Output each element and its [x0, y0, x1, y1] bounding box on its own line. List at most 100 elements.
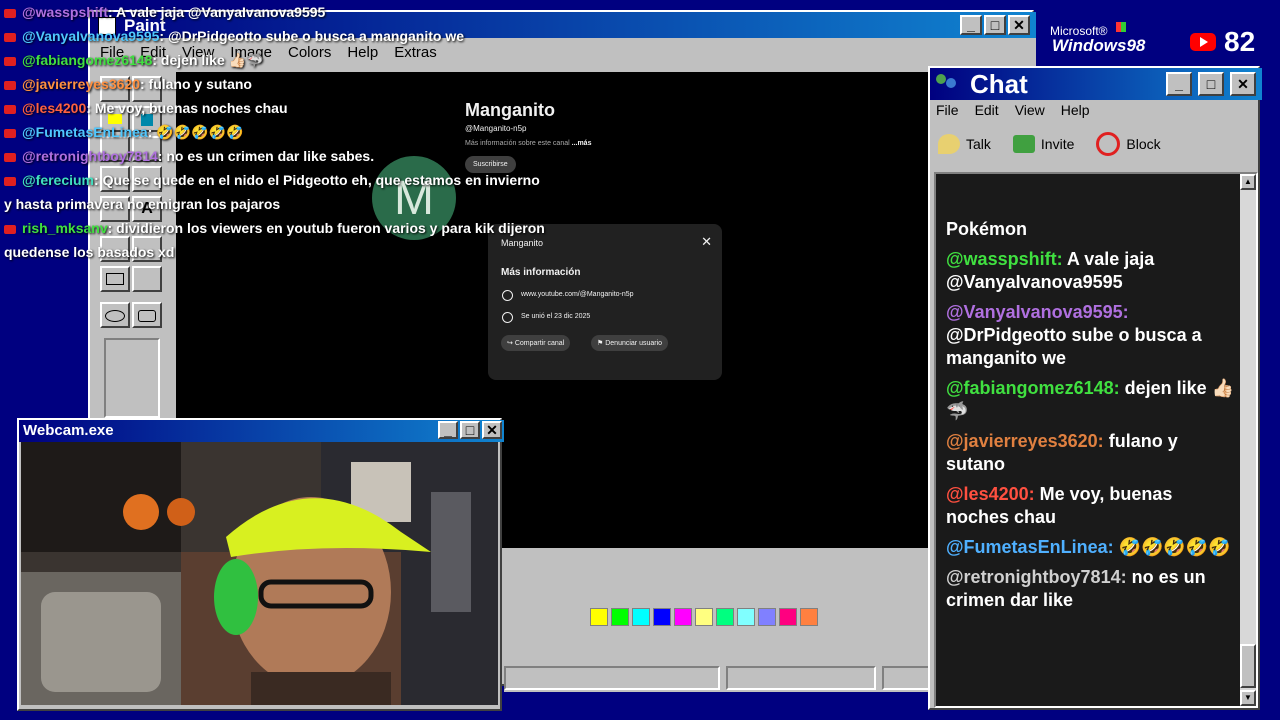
overlay-chat-user: @ferecium [22, 172, 95, 188]
palette-swatch[interactable] [758, 608, 776, 626]
overlay-chat-text: : @DrPidgeotto sube o busca a manganito … [159, 28, 464, 44]
youtube-badge-icon [4, 56, 16, 66]
overlay-chat-text: : dividieron los viewers en youtub fuero… [107, 220, 545, 236]
block-button[interactable]: Block [1096, 132, 1161, 156]
webcam-close-button[interactable]: ✕ [482, 421, 502, 439]
chat-message-user: @VanyaIvanova9595: [946, 302, 1129, 322]
chat-message-user: @fabiangomez6148: [946, 378, 1120, 398]
chat-message: @VanyaIvanova9595: @DrPidgeotto sube o b… [946, 301, 1236, 370]
webcam-minimize-button[interactable]: _ [438, 421, 458, 439]
youtube-badge-icon [4, 8, 16, 18]
chat-menu-file[interactable]: File [936, 102, 959, 118]
share-label: Compartir canal [514, 340, 565, 347]
palette-swatch[interactable] [737, 608, 755, 626]
info-icon [502, 312, 513, 323]
palette-swatch[interactable] [653, 608, 671, 626]
palette-swatch[interactable] [695, 608, 713, 626]
palette-swatch[interactable] [779, 608, 797, 626]
webcam-title-bar[interactable]: Webcam.exe _ □ ✕ [19, 420, 504, 442]
rounded-rect-tool-icon[interactable] [132, 302, 162, 328]
youtube-badge-icon [4, 104, 16, 114]
close-button[interactable]: ✕ [1008, 15, 1030, 35]
palette-swatch[interactable] [800, 608, 818, 626]
overlay-chat-line: @VanyaIvanova9595: @DrPidgeotto sube o b… [4, 28, 464, 44]
chat-title-bar[interactable]: Chat _ □ ✕ [930, 68, 1262, 100]
overlay-chat-text: : fulano y sutano [139, 76, 252, 92]
palette-swatch[interactable] [611, 608, 629, 626]
talk-label: Talk [966, 136, 991, 152]
flag-icon: ⚑ [597, 340, 604, 347]
overlay-chat-user: @retronightboy7814 [22, 148, 158, 164]
scroll-up-button[interactable]: ▲ [1240, 174, 1256, 190]
share-icon: ↪ [507, 340, 513, 347]
globe-icon [502, 290, 513, 301]
chat-close-button[interactable]: ✕ [1230, 72, 1256, 96]
chat-message: @retronightboy7814: no es un crimen dar … [946, 566, 1236, 612]
chat-menu-edit[interactable]: Edit [975, 102, 999, 118]
more-link[interactable]: ...más [572, 140, 592, 147]
overlay-chat-text: : A vale jaja @VanyaIvanova9595 [108, 4, 326, 20]
status-panel-1 [504, 666, 720, 690]
channel-url[interactable]: www.youtube.com/@Manganito-n5p [521, 291, 634, 298]
overlay-chat-line: y hasta primavera no emigran los pajaros [4, 196, 280, 212]
close-icon[interactable]: ✕ [701, 234, 712, 250]
talk-button[interactable]: Talk [938, 134, 991, 154]
share-channel-button[interactable]: ↪ Compartir canal [501, 335, 571, 351]
overlay-chat-line: rish_mksanv: dividieron los viewers en y… [4, 220, 545, 236]
overlay-chat-text: : Me voy, buenas noches chau [86, 100, 288, 116]
overlay-chat-line: @javierreyes3620: fulano y sutano [4, 76, 252, 92]
chat-messages-panel[interactable]: ▲ ▼ Pokémon @wasspshift: A vale jaja @Va… [934, 172, 1258, 708]
minimize-button[interactable]: _ [960, 15, 982, 35]
palette-swatch[interactable] [632, 608, 650, 626]
block-label: Block [1126, 136, 1161, 152]
chat-toolbar: Talk Invite Block [938, 132, 1161, 156]
overlay-chat-line: @FumetasEnLinea: 🤣🤣🤣🤣🤣 [4, 124, 243, 141]
report-user-button[interactable]: ⚑ Denunciar usuario [591, 335, 669, 351]
chat-minimize-button[interactable]: _ [1166, 72, 1192, 96]
palette-swatch[interactable] [716, 608, 734, 626]
tool-options-box [104, 338, 160, 418]
invite-button[interactable]: Invite [1012, 135, 1075, 153]
chat-menu-bar: File Edit View Help [936, 102, 1090, 118]
overlay-chat-text: : Que se quede en el nido el Pidgeotto e… [94, 172, 540, 188]
chat-maximize-button[interactable]: □ [1198, 72, 1224, 96]
invite-label: Invite [1040, 136, 1075, 152]
windows98-label: Windows98 [1052, 36, 1146, 55]
palette-swatch[interactable] [590, 608, 608, 626]
chat-window: Chat _ □ ✕ File Edit View Help Talk Invi… [928, 66, 1262, 710]
youtube-badge-icon [4, 32, 16, 42]
maximize-button[interactable]: □ [984, 15, 1006, 35]
scroll-down-button[interactable]: ▼ [1240, 690, 1256, 706]
youtube-badge-icon [4, 152, 16, 162]
overlay-chat-user: @FumetasEnLinea [22, 124, 148, 140]
overlay-chat-user: rish_mksanv [22, 220, 108, 236]
overlay-chat-text: quedense los basados xd [4, 244, 175, 260]
chat-message: @FumetasEnLinea: 🤣🤣🤣🤣🤣 [946, 536, 1236, 559]
youtube-icon [1190, 33, 1216, 51]
overlay-chat-text: y hasta primavera no emigran los pajaros [4, 196, 281, 212]
chat-message-user: @wasspshift: [946, 249, 1063, 269]
youtube-badge-icon [4, 224, 16, 234]
scroll-thumb[interactable] [1240, 644, 1256, 688]
ellipse-tool-icon[interactable] [100, 302, 130, 328]
viewer-count: 82 [1224, 26, 1256, 57]
chat-header-text: Pokémon [946, 219, 1028, 239]
palette-swatch[interactable] [674, 608, 692, 626]
report-label: Denunciar usuario [605, 340, 663, 347]
youtube-badge-icon [4, 80, 16, 90]
overlay-chat-user: @VanyaIvanova9595 [22, 28, 160, 44]
chat-menu-help[interactable]: Help [1061, 102, 1090, 118]
overlay-chat-line: @fabiangomez6148: dejen like 👍🏻🦈 [4, 52, 264, 69]
chat-message: @wasspshift: A vale jaja @VanyaIvanova95… [946, 248, 1236, 294]
webcam-maximize-button[interactable]: □ [460, 421, 480, 439]
webcam-feed [21, 442, 498, 705]
chat-menu-view[interactable]: View [1015, 102, 1045, 118]
joined-date: Se unió el 23 dic 2025 [521, 313, 591, 320]
windows98-logo: Microsoft® Windows98 [1046, 22, 1166, 58]
block-icon [1096, 132, 1121, 156]
chat-scrollbar[interactable]: ▲ ▼ [1240, 174, 1256, 706]
chat-people-icon [934, 72, 958, 94]
webcam-scene [21, 442, 498, 705]
overlay-chat-line: quedense los basados xd [4, 244, 174, 260]
youtube-badge-icon [4, 128, 16, 138]
